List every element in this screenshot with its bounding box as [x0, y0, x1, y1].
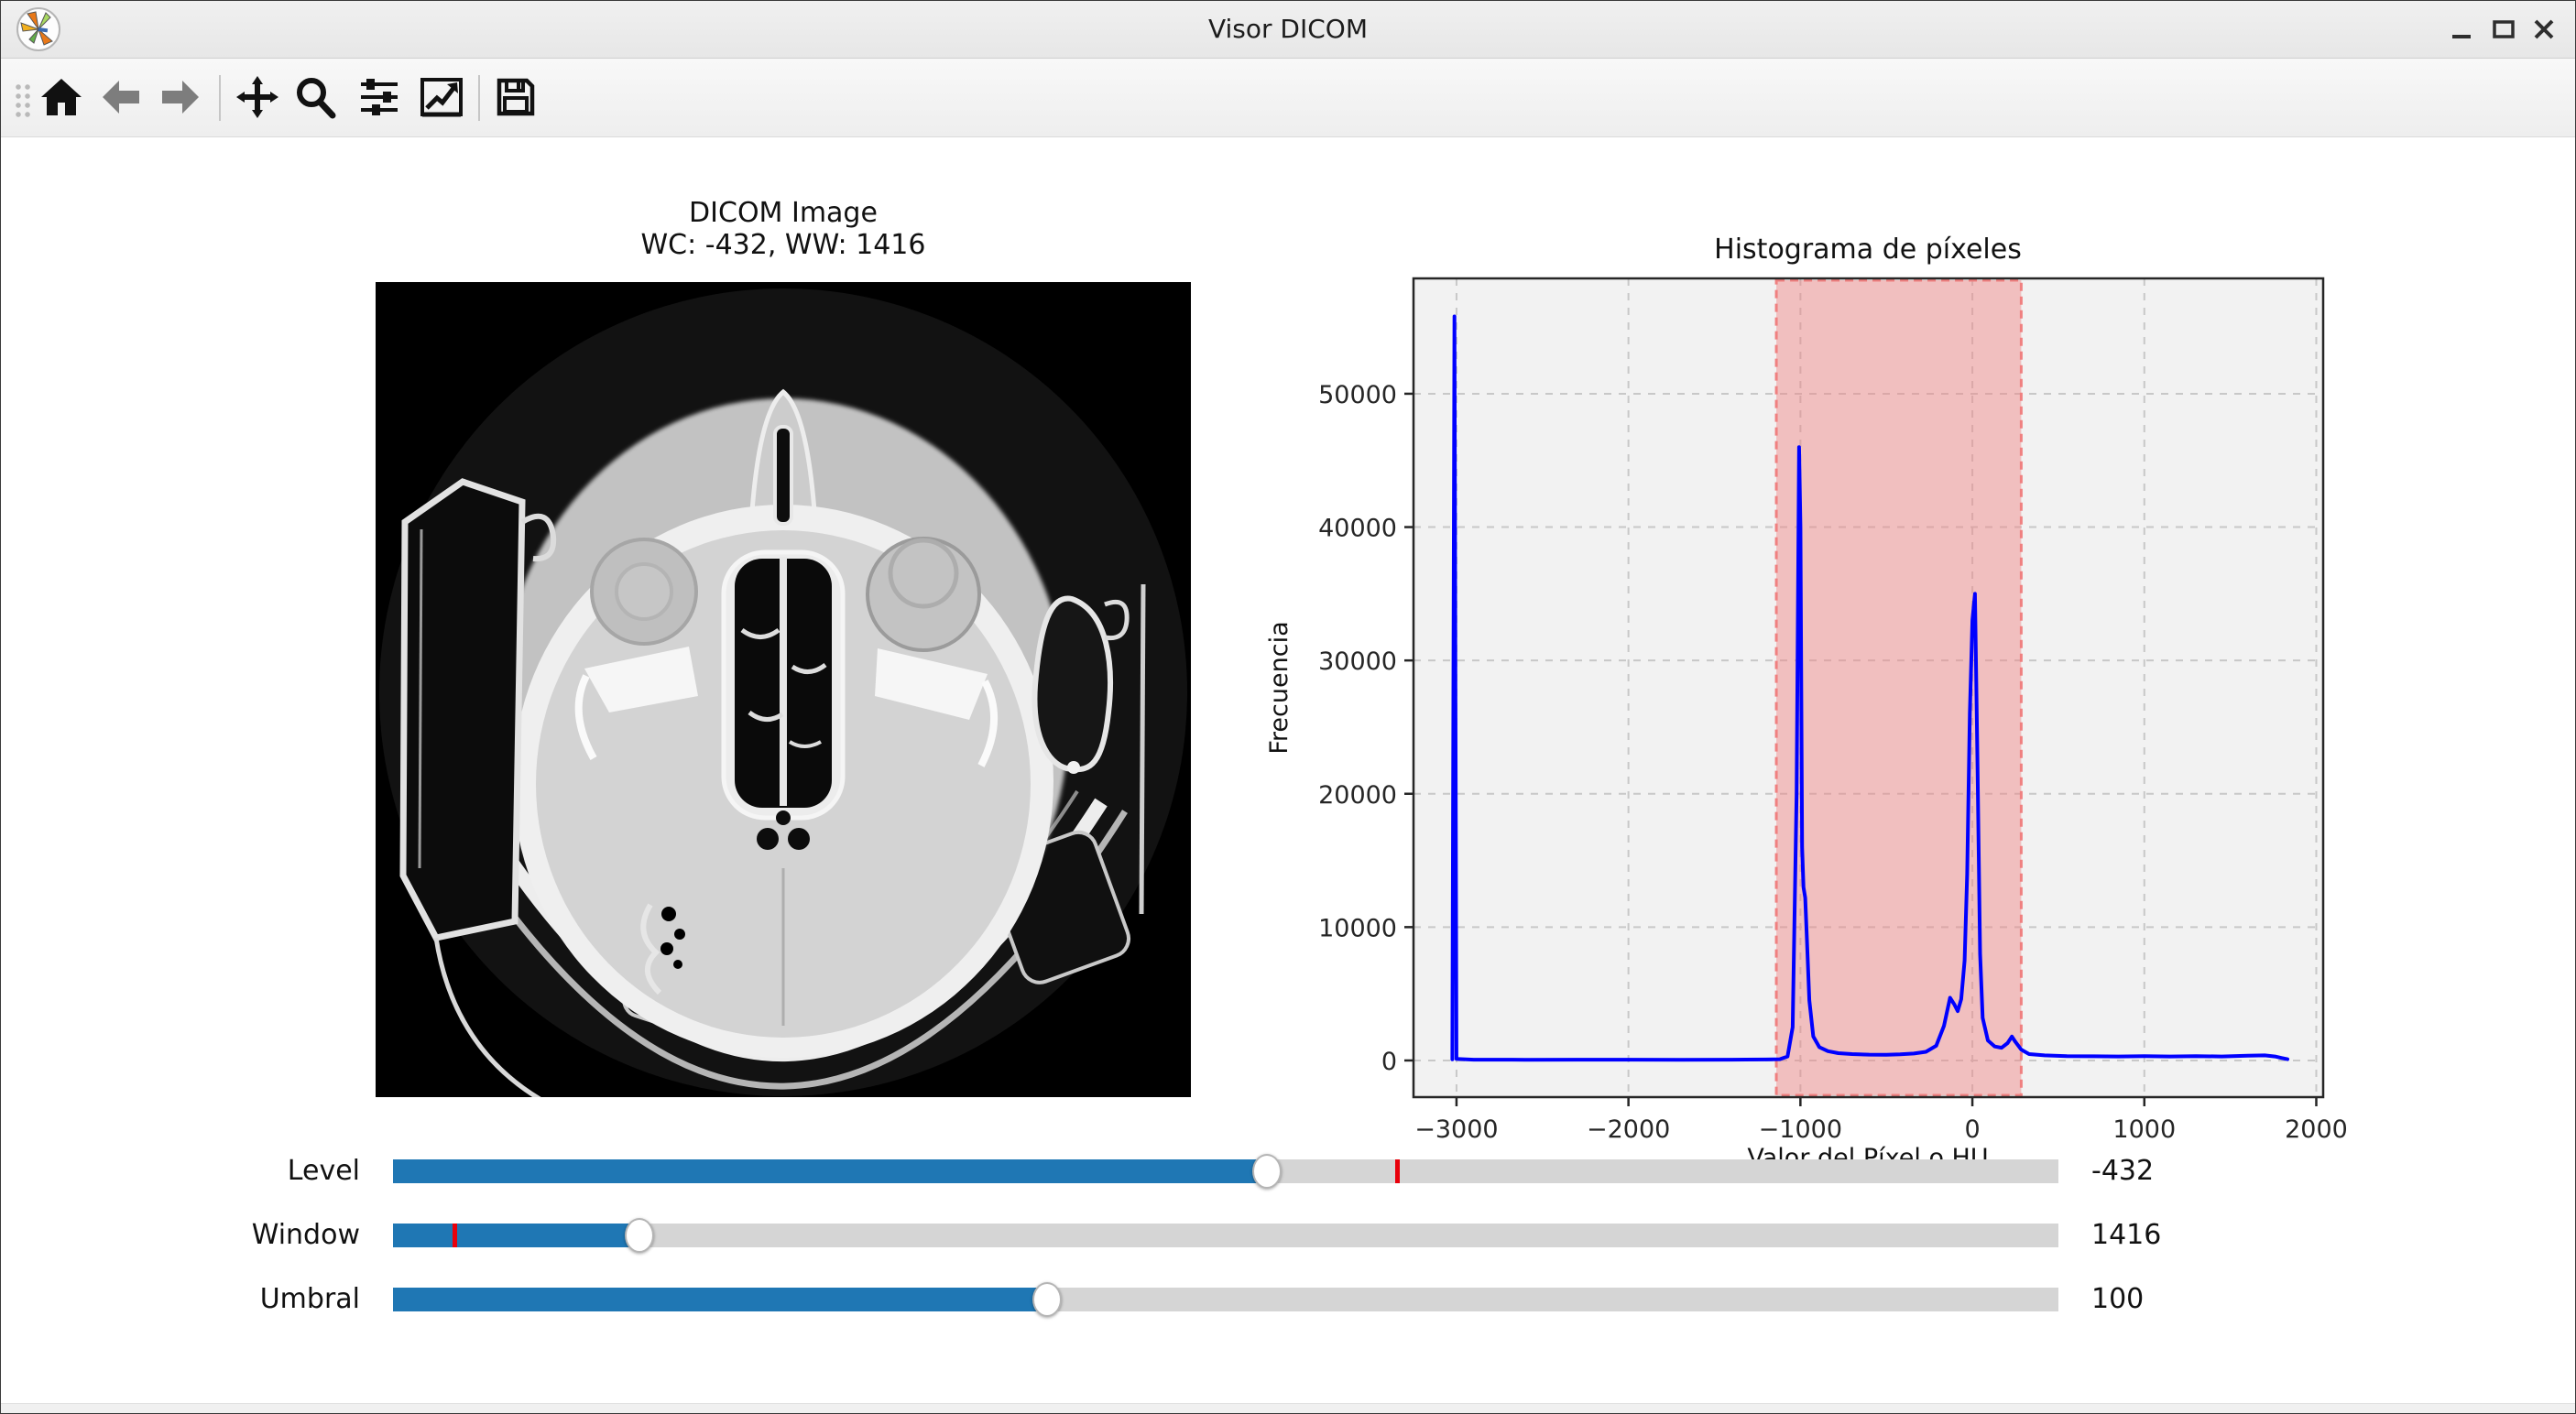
window-slider-handle[interactable] — [625, 1218, 654, 1253]
customize-button[interactable] — [416, 71, 467, 124]
umbral-slider-value: 100 — [2091, 1281, 2330, 1318]
dicom-title: DICOM Image WC: -432, WW: 1416 — [376, 197, 1191, 261]
app-window: Visor DICOM — [0, 0, 2576, 1414]
pan-icon — [235, 75, 279, 119]
window-range-band — [1776, 280, 2021, 1095]
histogram-curve — [1452, 317, 2287, 1060]
magnifier-icon — [293, 75, 337, 119]
x-tick-label: −3000 — [1414, 1115, 1498, 1144]
pan-button[interactable] — [232, 71, 283, 124]
umbral-slider-row: Umbral 100 — [1, 1281, 2575, 1318]
window-slider[interactable] — [393, 1224, 2058, 1247]
dicom-title-line2: WC: -432, WW: 1416 — [376, 229, 1191, 261]
x-tick-label: −2000 — [1587, 1115, 1670, 1144]
close-button[interactable] — [2528, 14, 2560, 45]
zoom-button[interactable] — [289, 71, 341, 124]
umbral-slider-handle[interactable] — [1032, 1282, 1062, 1317]
window-slider-init-marker — [453, 1224, 457, 1247]
level-slider-handle[interactable] — [1252, 1154, 1282, 1189]
histogram-title: Histograma de píxeles — [1714, 234, 2022, 266]
y-tick-label: 20000 — [1318, 781, 1397, 810]
back-button[interactable] — [95, 71, 147, 124]
level-slider-value: -432 — [2091, 1153, 2330, 1190]
window-slider-row: Window 1416 — [1, 1217, 2575, 1254]
level-slider[interactable] — [393, 1159, 2058, 1183]
save-button[interactable] — [490, 71, 541, 124]
histogram-plot-area[interactable] — [1414, 278, 2323, 1097]
home-button[interactable] — [36, 71, 87, 124]
level-slider-fill — [393, 1159, 1267, 1183]
toolbar-grip[interactable] — [14, 82, 32, 119]
subplots-button[interactable] — [354, 71, 405, 124]
y-tick-label: 40000 — [1318, 515, 1397, 543]
level-slider-label: Level — [158, 1153, 360, 1190]
back-arrow-icon — [99, 75, 143, 119]
minimize-button[interactable] — [2446, 14, 2477, 45]
window-slider-value: 1416 — [2091, 1217, 2330, 1254]
umbral-slider[interactable] — [393, 1288, 2058, 1311]
dicom-image[interactable] — [376, 282, 1191, 1097]
y-tick-label: 0 — [1381, 1048, 1397, 1076]
umbral-slider-label: Umbral — [158, 1281, 360, 1318]
y-tick-label: 50000 — [1318, 381, 1397, 409]
dicom-title-line1: DICOM Image — [376, 197, 1191, 229]
title-bar: Visor DICOM — [1, 1, 2575, 59]
ct-axial-slice — [376, 282, 1191, 1097]
x-tick-label: 1000 — [2112, 1115, 2176, 1144]
toolbar — [1, 59, 2575, 137]
floppy-disk-icon — [494, 75, 538, 119]
home-icon — [39, 75, 83, 119]
window-slider-label: Window — [158, 1217, 360, 1254]
sliders-icon — [357, 75, 401, 119]
umbral-slider-fill — [393, 1288, 1047, 1311]
x-tick-label: 2000 — [2285, 1115, 2348, 1144]
x-tick-label: 0 — [1964, 1115, 1980, 1144]
histogram-ylabel: Frecuencia — [1265, 621, 1293, 754]
window-bottom-edge — [1, 1403, 2575, 1413]
forward-arrow-icon — [158, 75, 202, 119]
line-chart-icon — [420, 75, 464, 119]
x-tick-label: −1000 — [1759, 1115, 1842, 1144]
window-slider-fill — [393, 1224, 639, 1247]
y-tick-label: 30000 — [1318, 647, 1397, 676]
maximize-button[interactable] — [2488, 14, 2519, 45]
level-slider-init-marker — [1395, 1159, 1400, 1183]
y-tick-label: 10000 — [1318, 914, 1397, 942]
window-title: Visor DICOM — [1, 14, 2575, 44]
forward-button[interactable] — [155, 71, 206, 124]
level-slider-row: Level -432 — [1, 1153, 2575, 1190]
